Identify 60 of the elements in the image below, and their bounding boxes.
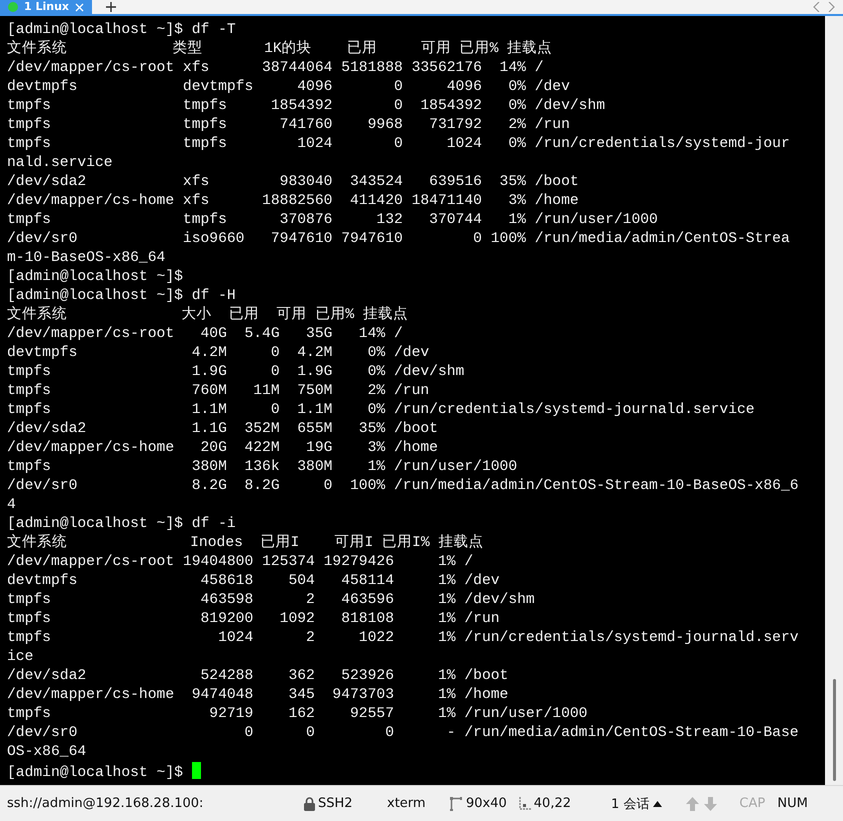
terminal-line: nald.service (7, 154, 113, 173)
terminal-line: tmpfs 1.1M 0 1.1M 0% /run/credentials/systemd-journald.service (7, 401, 755, 420)
terminal-line: ice (7, 648, 34, 667)
terminal-line: m-10-BaseOS-x86_64 (7, 249, 166, 268)
terminal-line: 文件系统 Inodes 已用I 可用I 已用I% 挂载点 (7, 534, 484, 553)
terminal-line: devtmpfs devtmpfs 4096 0 4096 0% /dev (7, 78, 570, 97)
terminal-line: tmpfs 819200 1092 818108 1% /run (7, 610, 500, 629)
terminal-line: 4 (7, 496, 16, 515)
terminal-line: /dev/sda2 xfs 983040 343524 639516 35% /boot (7, 173, 579, 192)
terminal-line: tmpfs tmpfs 1854392 0 1854392 0% /dev/shm (7, 97, 606, 116)
next-tab-icon[interactable] (828, 2, 835, 12)
caret-up-icon[interactable] (653, 800, 662, 806)
tab-label: 1 Linux (24, 0, 70, 14)
cursor-position-icon (518, 797, 531, 810)
close-icon[interactable] (75, 2, 84, 12)
terminal-screen[interactable] (0, 16, 825, 785)
terminal-line: [admin@localhost ~]$ (7, 762, 201, 781)
terminal-line: /dev/mapper/cs-root 40G 5.4G 35G 14% / (7, 325, 403, 344)
terminal-line: tmpfs tmpfs 1024 0 1024 0% /run/credentials/systemd-jour (7, 135, 790, 154)
terminal-line: [admin@localhost ~]$ df -H (7, 287, 236, 306)
terminal-line: 文件系统 类型 1K的块 已用 可用 已用% 挂载点 (7, 40, 552, 59)
terminal-line: tmpfs 1.9G 0 1.9G 0% /dev/shm (7, 363, 464, 382)
terminal-line: tmpfs 380M 136k 380M 1% /run/user/1000 (7, 458, 518, 477)
terminal-line: devtmpfs 458618 504 458114 1% /dev (7, 572, 500, 591)
terminal-line: OS-x86_64 (7, 743, 86, 762)
terminal-line: [admin@localhost ~]$ df -T (7, 21, 236, 40)
cursor-position: 40,22 (534, 796, 571, 811)
terminal-line: /dev/sr0 8.2G 8.2G 0 100% /run/media/admin/CentOS-Stream-10-BaseOS-x86_6 (7, 477, 799, 496)
terminal-line: tmpfs tmpfs 741760 9968 731792 2% /run (7, 116, 570, 135)
terminal-line: tmpfs tmpfs 370876 132 370744 1% /run/user/1000 (7, 211, 658, 230)
add-tab-icon[interactable] (106, 2, 116, 12)
terminal-line: [admin@localhost ~]$ df -i (7, 515, 236, 534)
terminal-line: [admin@localhost ~]$ (7, 268, 184, 287)
resize-icon (450, 796, 462, 810)
terminal-line: tmpfs 1024 2 1022 1% /run/credentials/systemd-journald.serv (7, 629, 799, 648)
terminal-line: /dev/sr0 0 0 0 - /run/media/admin/CentOS-Stream-10-Base (7, 724, 799, 743)
terminal-line: tmpfs 92719 162 92557 1% /run/user/1000 (7, 705, 588, 724)
terminal-type: xterm (387, 796, 427, 811)
caps-lock-indicator: CAP (739, 796, 766, 811)
terminal-line: /dev/mapper/cs-home 9474048 345 9473703 1% /home (7, 686, 508, 705)
terminal-line: tmpfs 760M 11M 750M 2% /run (7, 382, 430, 401)
terminal-line: /dev/mapper/cs-home 20G 422M 19G 3% /home (7, 439, 438, 458)
terminal-line: 文件系统 大小 已用 可用 已用% 挂载点 (7, 306, 408, 325)
previous-tab-icon[interactable] (813, 2, 820, 12)
protocol-label: SSH2 (318, 796, 354, 811)
terminal-line: /dev/sda2 524288 362 523926 1% /boot (7, 667, 508, 686)
terminal-line: /dev/sda2 1.1G 352M 655M 35% /boot (7, 420, 438, 439)
terminal-line: /dev/mapper/cs-root xfs 38744064 5181888 33562176 14% / (7, 59, 544, 78)
terminal-size: 90x40 (466, 796, 507, 811)
session-count[interactable]: 1 会话 (611, 794, 650, 812)
scrollbar-thumb[interactable] (832, 679, 836, 781)
connection-address: ssh://admin@192.168.28.100: (7, 796, 204, 811)
lock-icon (304, 796, 315, 810)
terminal-line: /dev/sr0 iso9660 7947610 7947610 0 100% /run/media/admin/CentOS-Strea (7, 230, 790, 249)
terminal-line: /dev/mapper/cs-home xfs 18882560 411420 18471140 3% /home (7, 192, 579, 211)
terminal-line: /dev/mapper/cs-root 19404800 125374 19279426 1% / (7, 553, 474, 572)
terminal-line: devtmpfs 4.2M 0 4.2M 0% /dev (7, 344, 430, 363)
connected-icon (8, 2, 18, 12)
terminal-line: tmpfs 463598 2 463596 1% /dev/shm (7, 591, 535, 610)
num-lock-indicator: NUM (777, 796, 808, 811)
